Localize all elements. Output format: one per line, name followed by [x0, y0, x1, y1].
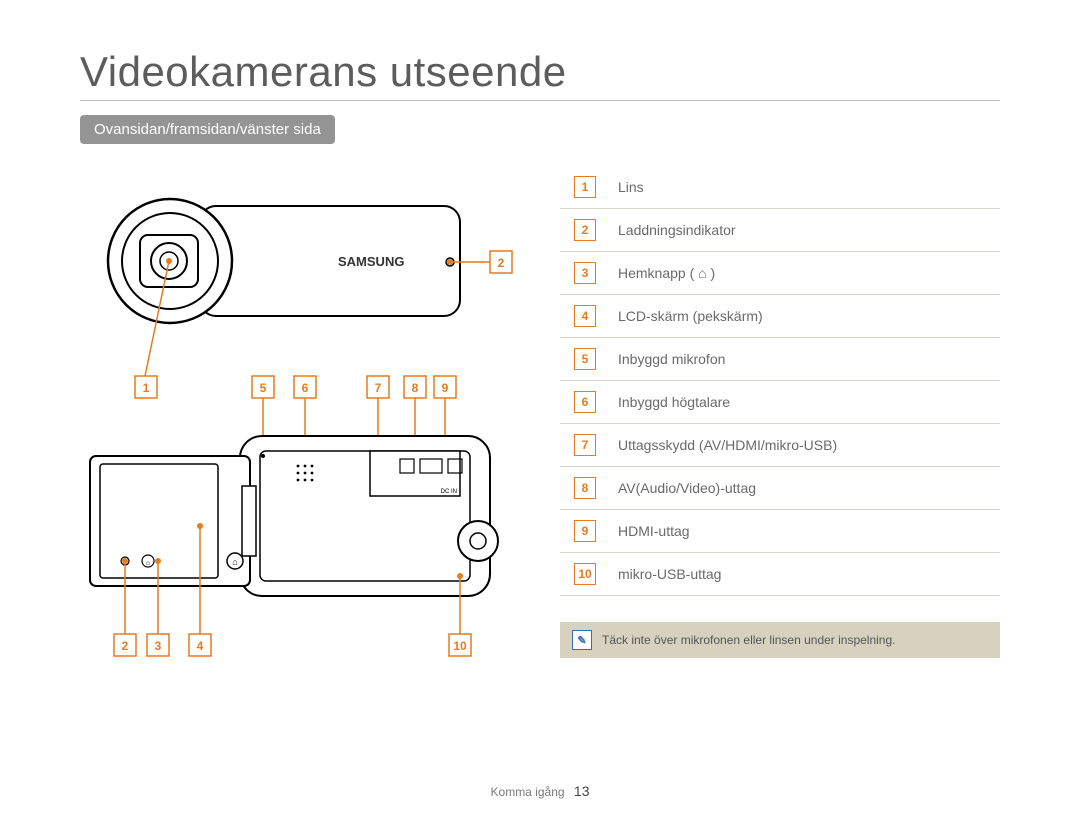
subheading-badge: Ovansidan/framsidan/vänster sida	[80, 115, 335, 144]
legend-label: Lins	[610, 166, 1000, 209]
svg-text:8: 8	[412, 381, 419, 395]
legend-row: 10 mikro-USB-uttag	[560, 553, 1000, 596]
svg-text:7: 7	[375, 381, 382, 395]
svg-text:⌂: ⌂	[232, 557, 237, 567]
legend-num: 9	[574, 520, 596, 542]
note-text: Täck inte över mikrofonen eller linsen u…	[602, 633, 896, 647]
legend-num: 7	[574, 434, 596, 456]
svg-text:2: 2	[498, 256, 505, 270]
page-footer: Komma igång 13	[0, 783, 1080, 799]
legend-label: Laddningsindikator	[610, 209, 1000, 252]
legend-label: Hemknapp ( ⌂ )	[610, 252, 1000, 295]
legend-num: 10	[574, 563, 596, 585]
legend-row: 4 LCD-skärm (pekskärm)	[560, 295, 1000, 338]
legend-label: HDMI-uttag	[610, 510, 1000, 553]
legend-row: 7 Uttagsskydd (AV/HDMI/mikro-USB)	[560, 424, 1000, 467]
legend-label: LCD-skärm (pekskärm)	[610, 295, 1000, 338]
svg-text:1: 1	[143, 381, 150, 395]
svg-text:6: 6	[302, 381, 309, 395]
legend-label: Inbyggd mikrofon	[610, 338, 1000, 381]
legend-label: mikro-USB-uttag	[610, 553, 1000, 596]
page-title: Videokamerans utseende	[80, 48, 1000, 96]
svg-text:DC IN: DC IN	[441, 489, 457, 495]
title-divider	[80, 100, 1000, 101]
legend-row: 5 Inbyggd mikrofon	[560, 338, 1000, 381]
legend-row: 2 Laddningsindikator	[560, 209, 1000, 252]
legend-label: Uttagsskydd (AV/HDMI/mikro-USB)	[610, 424, 1000, 467]
svg-text:5: 5	[260, 381, 267, 395]
svg-text:⌂: ⌂	[146, 560, 150, 567]
legend-row: 1 Lins	[560, 166, 1000, 209]
legend-table: 1 Lins 2 Laddningsindikator 3 Hemknapp ( ⌂ …	[560, 166, 1000, 596]
callout-box-1: 1	[135, 376, 157, 398]
svg-text:10: 10	[453, 639, 467, 653]
callout-box-2: 2	[490, 251, 512, 273]
page-number: 13	[574, 783, 590, 799]
legend-label: Inbyggd högtalare	[610, 381, 1000, 424]
legend-num: 3	[574, 262, 596, 284]
svg-text:3: 3	[155, 639, 162, 653]
legend-num: 4	[574, 305, 596, 327]
footer-section: Komma igång	[491, 785, 565, 799]
legend-num: 6	[574, 391, 596, 413]
legend-column: 1 Lins 2 Laddningsindikator 3 Hemknapp ( ⌂ …	[560, 166, 1000, 691]
svg-text:4: 4	[197, 639, 204, 653]
legend-row: 8 AV(Audio/Video)-uttag	[560, 467, 1000, 510]
legend-num: 2	[574, 219, 596, 241]
svg-text:2: 2	[122, 639, 129, 653]
legend-label: AV(Audio/Video)-uttag	[610, 467, 1000, 510]
legend-row: 6 Inbyggd högtalare	[560, 381, 1000, 424]
legend-row: 9 HDMI-uttag	[560, 510, 1000, 553]
legend-row: 3 Hemknapp ( ⌂ )	[560, 252, 1000, 295]
camcorder-diagram: SAMSUNG 1 2	[80, 166, 520, 686]
note-box: ✎ Täck inte över mikrofonen eller linsen…	[560, 622, 1000, 658]
legend-num: 1	[574, 176, 596, 198]
brand-text: SAMSUNG	[338, 254, 404, 269]
note-pencil-icon: ✎	[572, 630, 592, 650]
svg-text:9: 9	[442, 381, 449, 395]
diagram-column: SAMSUNG 1 2	[80, 166, 520, 691]
legend-num: 5	[574, 348, 596, 370]
legend-num: 8	[574, 477, 596, 499]
